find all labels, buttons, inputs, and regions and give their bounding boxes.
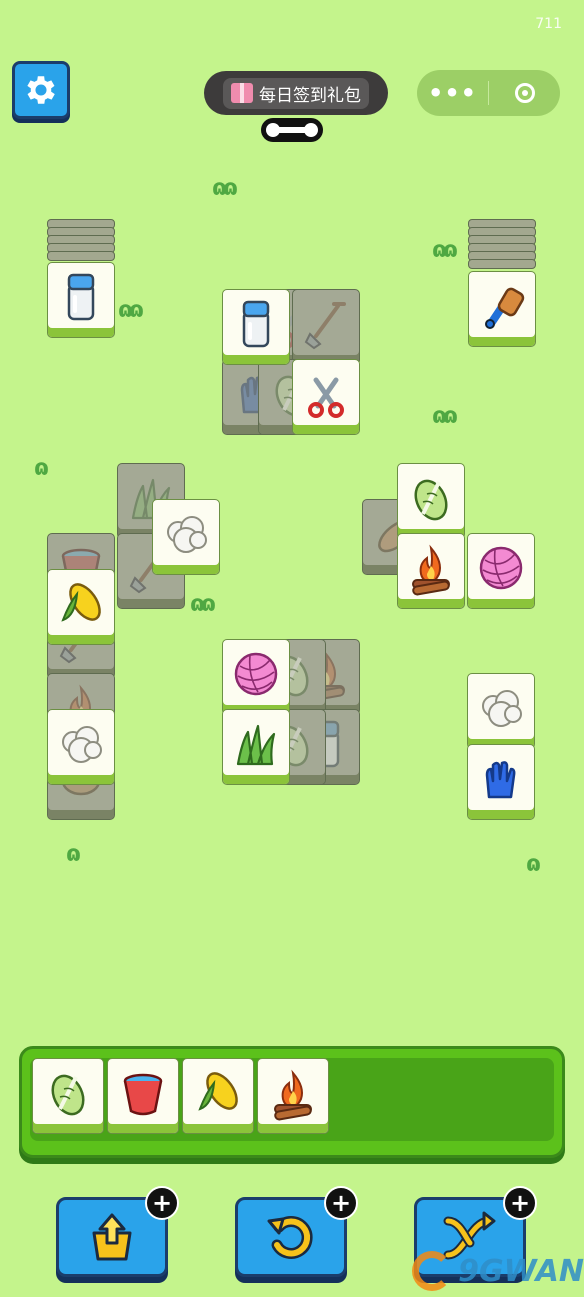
board-tile-campfire[interactable] bbox=[397, 533, 465, 609]
undo-icon bbox=[267, 1215, 313, 1259]
miniprogram-capsule: ••• bbox=[417, 70, 560, 116]
grass-decoration: ɷɷ bbox=[118, 298, 144, 323]
tray-slot-cabbage bbox=[32, 1058, 104, 1134]
settings-button[interactable] bbox=[12, 61, 70, 119]
more-dots-icon: ••• bbox=[427, 79, 478, 107]
cabbage-icon bbox=[51, 1074, 85, 1116]
board-tile-cotton[interactable] bbox=[467, 673, 535, 749]
bucket-icon bbox=[123, 1073, 163, 1116]
gear-icon bbox=[27, 76, 55, 104]
grass-decoration: ɷ bbox=[34, 456, 49, 481]
more-menu-button[interactable]: ••• bbox=[417, 70, 488, 116]
undo-button[interactable]: + bbox=[235, 1186, 358, 1277]
add-badge[interactable]: + bbox=[145, 1186, 179, 1220]
cabbage-icon bbox=[414, 479, 448, 521]
board-tile-shovel bbox=[292, 289, 360, 365]
daily-gift-label: 每日签到礼包 bbox=[259, 85, 361, 106]
grass-decoration: ɷ bbox=[66, 842, 81, 867]
watermark-logo: 9GWAN bbox=[412, 1251, 584, 1291]
board-tile-scissors[interactable] bbox=[292, 359, 360, 435]
glove-icon bbox=[485, 761, 516, 799]
daily-gift-button[interactable]: 每日签到礼包 bbox=[204, 71, 388, 115]
milk-bottle-icon bbox=[67, 273, 95, 321]
board-tile-grass[interactable] bbox=[222, 709, 290, 785]
board-tile-glove[interactable] bbox=[467, 744, 535, 820]
target-icon bbox=[514, 83, 535, 103]
grass-decoration: ɷɷ bbox=[212, 176, 238, 201]
campfire-icon bbox=[412, 544, 450, 596]
board-tile-brush[interactable] bbox=[468, 271, 536, 347]
cotton-icon bbox=[482, 690, 522, 727]
tray-slot-campfire bbox=[257, 1058, 329, 1134]
gift-icon bbox=[231, 83, 253, 103]
board-tile-yarn[interactable] bbox=[222, 639, 290, 715]
tile-tray bbox=[19, 1046, 565, 1158]
shovel-icon bbox=[304, 302, 346, 350]
board-tile-corn[interactable] bbox=[47, 569, 115, 645]
close-miniprogram-button[interactable] bbox=[489, 70, 560, 116]
tray-slot-bucket bbox=[107, 1058, 179, 1134]
campfire-icon bbox=[274, 1069, 312, 1121]
brush-icon bbox=[485, 287, 525, 329]
board-tile-cabbage[interactable] bbox=[397, 463, 465, 539]
board-tile-milk-bottle[interactable] bbox=[222, 289, 290, 365]
yarn-icon bbox=[234, 652, 278, 696]
grass-decoration: ɷɷ bbox=[432, 238, 458, 263]
cotton-icon bbox=[62, 726, 102, 763]
board-tile-yarn[interactable] bbox=[467, 533, 535, 609]
grass-icon bbox=[236, 724, 276, 766]
move-out-button[interactable]: + bbox=[56, 1186, 179, 1277]
connector-decoration bbox=[261, 118, 323, 142]
grass-decoration: ɷ bbox=[526, 852, 541, 877]
status-number: 711 bbox=[535, 16, 562, 32]
watermark-text: 9GWAN bbox=[458, 1253, 584, 1289]
tray-slot-corn bbox=[182, 1058, 254, 1134]
board-tile-cotton[interactable] bbox=[152, 499, 220, 575]
scissors-icon bbox=[308, 377, 344, 418]
board-tile-milk-bottle[interactable] bbox=[47, 262, 115, 338]
milk-bottle-icon bbox=[242, 300, 270, 348]
yarn-icon bbox=[479, 546, 523, 590]
corn-icon bbox=[61, 583, 101, 622]
corn-icon bbox=[198, 1072, 238, 1111]
cotton-icon bbox=[167, 516, 207, 553]
grass-decoration: ɷɷ bbox=[190, 592, 216, 617]
add-badge[interactable]: + bbox=[324, 1186, 358, 1220]
pop-out-icon bbox=[92, 1213, 132, 1261]
board-tile-cotton[interactable] bbox=[47, 709, 115, 785]
grass-decoration: ɷɷ bbox=[432, 404, 458, 429]
add-badge[interactable]: + bbox=[503, 1186, 537, 1220]
